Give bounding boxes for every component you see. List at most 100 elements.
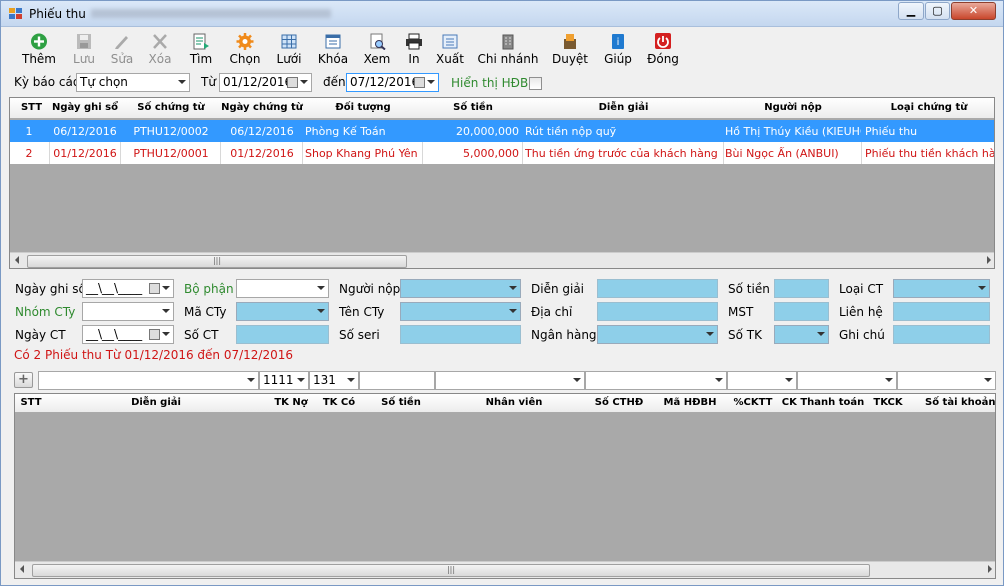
scroll-left-icon[interactable] — [20, 565, 24, 573]
find-button[interactable]: Tìm — [184, 29, 218, 69]
col-header[interactable]: TKCK — [871, 397, 905, 408]
select-button[interactable]: Chọn — [225, 29, 265, 69]
scroll-left-icon[interactable] — [15, 256, 19, 264]
calendar-icon — [414, 77, 425, 88]
loai-ct-select[interactable] — [893, 279, 990, 298]
so-tk-label: Số TK — [728, 328, 762, 342]
approve-button[interactable]: Duyệt — [550, 29, 590, 69]
help-button[interactable]: i Giúp — [601, 29, 635, 69]
table-row[interactable]: 1 06/12/2016 PTHU12/0002 06/12/2016 Phòn… — [10, 120, 994, 142]
scroll-thumb[interactable]: ||| — [32, 564, 870, 577]
col-header[interactable]: %CKTT — [731, 397, 775, 408]
bo-phan-select[interactable] — [236, 279, 329, 298]
so-cthd-select[interactable] — [585, 371, 727, 390]
so-seri-input[interactable] — [400, 325, 521, 344]
so-tk-select[interactable] — [774, 325, 829, 344]
col-header[interactable]: Đối tượng — [303, 102, 423, 113]
col-header[interactable]: Số chứng từ — [121, 102, 221, 113]
chevron-down-icon — [715, 378, 723, 382]
export-button[interactable]: Xuất — [435, 29, 465, 69]
print-button[interactable]: In — [401, 29, 427, 69]
edit-button[interactable]: Sửa — [105, 29, 139, 69]
col-header[interactable]: Người nộp — [724, 102, 862, 113]
col-header[interactable]: CK Thanh toán — [775, 397, 871, 408]
col-header[interactable]: Số tiền — [423, 102, 523, 113]
chevron-down-icon — [427, 80, 435, 84]
col-header[interactable]: TK Nợ — [267, 397, 315, 408]
ten-cty-select[interactable] — [400, 302, 521, 321]
so-ct-input[interactable] — [236, 325, 329, 344]
ghi-chu-input[interactable] — [893, 325, 990, 344]
col-header[interactable]: Ngày chứng từ — [221, 102, 303, 113]
horizontal-scrollbar[interactable]: ||| — [15, 561, 995, 578]
detail-filter-bar: + 1111 131 — [11, 371, 996, 391]
table-row[interactable]: 2 01/12/2016 PTHU12/0001 01/12/2016 Shop… — [10, 142, 994, 164]
col-header[interactable]: Nhân viên — [439, 397, 589, 408]
col-header[interactable]: Diễn giải — [45, 397, 267, 408]
chevron-down-icon — [984, 378, 992, 382]
col-header[interactable]: Số tài khoản — [925, 397, 995, 408]
to-date-picker[interactable]: 07/12/2016 — [346, 73, 439, 92]
mst-input[interactable] — [774, 302, 829, 321]
printer-icon — [406, 33, 422, 50]
maximize-button[interactable]: ▢ — [925, 2, 950, 20]
col-header[interactable]: Diễn giải — [523, 102, 724, 113]
save-button[interactable]: Lưu — [67, 29, 101, 69]
col-header[interactable]: STT — [14, 102, 49, 113]
help-book-icon: i — [612, 34, 624, 49]
period-select[interactable]: Tự chọn — [76, 73, 190, 92]
nhan-vien-select[interactable] — [435, 371, 585, 390]
col-header[interactable]: Số CTHĐ — [589, 397, 649, 408]
scroll-right-icon[interactable] — [988, 565, 992, 573]
horizontal-scrollbar[interactable]: ||| — [10, 252, 994, 268]
col-header[interactable]: STT — [17, 397, 45, 408]
chevron-down-icon — [573, 378, 581, 382]
dien-giai-input[interactable] — [597, 279, 718, 298]
ngay-ct-field[interactable]: __\__\____ — [82, 325, 174, 344]
tk-no-select[interactable]: 1111 — [259, 371, 309, 390]
lock-button[interactable]: Khóa — [315, 29, 351, 69]
find-icon — [193, 33, 209, 50]
ngan-hang-select[interactable] — [597, 325, 718, 344]
show-hdbh-checkbox[interactable] — [529, 77, 542, 90]
add-button[interactable]: Thêm — [21, 29, 57, 69]
branch-button[interactable]: Chi nhánh — [477, 29, 539, 69]
chevron-down-icon — [162, 332, 170, 336]
loai-ct-label: Loại CT — [839, 282, 884, 296]
record-count-text: Có 2 Phiếu thu Từ 01/12/2016 đến 07/12/2… — [14, 348, 294, 362]
col-header[interactable]: Số tiền — [363, 397, 439, 408]
ngay-ghi-so-field[interactable]: __\__\____ — [82, 279, 174, 298]
lien-he-input[interactable] — [893, 302, 990, 321]
chevron-down-icon — [300, 80, 308, 84]
view-button[interactable]: Xem — [359, 29, 395, 69]
ckt-select[interactable] — [727, 371, 797, 390]
chevron-down-icon — [317, 309, 325, 313]
add-detail-button[interactable]: + — [14, 372, 33, 388]
minimize-button[interactable]: ▁ — [898, 2, 924, 20]
col-header[interactable]: Mã HĐBH — [649, 397, 731, 408]
pencil-icon — [115, 36, 128, 49]
nguoi-nop-select[interactable] — [400, 279, 521, 298]
nhom-cty-select[interactable] — [82, 302, 174, 321]
tk-co-select[interactable]: 131 — [309, 371, 359, 390]
ma-cty-select[interactable] — [236, 302, 329, 321]
col-header[interactable]: TK Có — [315, 397, 363, 408]
ngay-ct-label: Ngày CT — [15, 328, 66, 342]
scroll-right-icon[interactable] — [987, 256, 991, 264]
power-icon — [655, 33, 671, 49]
tkck-select[interactable] — [897, 371, 996, 390]
detail-dien-giai-select[interactable] — [38, 371, 259, 390]
close-button[interactable]: Đóng — [645, 29, 681, 69]
ck-thanh-toan-select[interactable] — [797, 371, 897, 390]
grid-button[interactable]: Lưới — [271, 29, 307, 69]
col-header[interactable]: Ngày ghi sổ — [50, 102, 120, 113]
so-tien-filter[interactable] — [359, 371, 435, 390]
delete-button[interactable]: Xóa — [143, 29, 177, 69]
col-header[interactable]: Loại chứng từ — [862, 102, 994, 113]
dia-chi-input[interactable] — [597, 302, 718, 321]
close-window-button[interactable]: ✕ — [951, 2, 996, 20]
so-tien-input[interactable] — [774, 279, 829, 298]
from-date-picker[interactable]: 01/12/2016 — [219, 73, 312, 92]
scroll-thumb[interactable]: ||| — [27, 255, 407, 268]
chevron-down-icon — [817, 332, 825, 336]
